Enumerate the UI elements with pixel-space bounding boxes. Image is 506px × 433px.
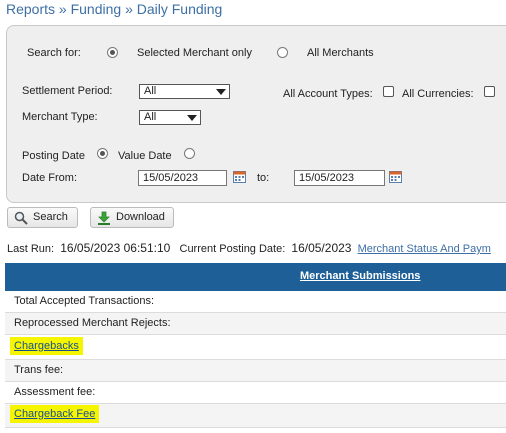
posting-date-radio[interactable] <box>97 148 108 159</box>
value-date-radio[interactable] <box>184 148 195 159</box>
row-label: Trans fee: <box>14 364 64 376</box>
download-button[interactable]: Download <box>90 207 174 228</box>
last-run-bar: Last Run: 16/05/2023 06:51:10 Current Po… <box>7 241 491 255</box>
breadcrumb: Reports » Funding » Daily Funding <box>6 1 223 17</box>
merchant-type-value: All <box>144 111 157 123</box>
search-for-label: Search for: <box>27 47 81 59</box>
row-label: Total Accepted Transactions: <box>14 295 155 307</box>
row-label: Reprocessed Merchant Rejects: <box>14 317 171 329</box>
download-button-label: Download <box>116 211 165 223</box>
all-merchants-label: All Merchants <box>307 47 374 59</box>
download-icon <box>98 211 110 225</box>
posting-date-label: Posting Date <box>22 150 85 162</box>
selected-merchant-label: Selected Merchant only <box>137 47 252 59</box>
chargebacks-link[interactable]: Chargebacks <box>10 337 83 355</box>
all-account-types-label: All Account Types: <box>283 88 373 100</box>
chargeback-fee-link[interactable]: Chargeback Fee <box>10 405 100 423</box>
table-row: Total Accepted Transactions: <box>5 291 506 313</box>
merchant-submissions-header[interactable]: Merchant Submissions <box>300 270 420 282</box>
chevron-down-icon <box>187 115 197 121</box>
value-date-label: Value Date <box>118 150 172 162</box>
all-currencies-label: All Currencies: <box>402 88 474 100</box>
search-icon <box>14 211 28 225</box>
all-account-types-checkbox[interactable] <box>383 86 394 97</box>
merchant-status-link[interactable]: Merchant Status And Paym <box>358 243 491 255</box>
to-label: to: <box>257 172 270 184</box>
table-row: Chargebacks <box>5 336 506 360</box>
row-label: Assessment fee: <box>14 386 96 398</box>
all-currencies-checkbox[interactable] <box>484 86 495 97</box>
settlement-period-label: Settlement Period: <box>22 85 113 97</box>
search-button-label: Search <box>33 211 68 223</box>
merchant-type-select[interactable]: All <box>139 110 201 125</box>
merchant-type-label: Merchant Type: <box>22 111 98 123</box>
settlement-period-select[interactable]: All <box>139 84 230 99</box>
all-merchants-radio[interactable] <box>277 47 288 58</box>
table-row: Trans fee: <box>5 360 506 382</box>
current-posting-label: Current Posting Date: <box>179 243 286 255</box>
date-from-label: Date From: <box>22 172 78 184</box>
last-run-label: Last Run: <box>7 243 55 255</box>
table-header: Merchant Submissions <box>5 263 506 291</box>
calendar-icon[interactable] <box>233 170 246 183</box>
current-posting-value: 16/05/2023 <box>291 241 352 255</box>
selected-merchant-radio[interactable] <box>107 47 118 58</box>
table-row: Reprocessed Merchant Rejects: <box>5 313 506 335</box>
table-row: Assessment fee: <box>5 382 506 404</box>
chevron-down-icon <box>216 89 226 95</box>
date-from-input[interactable]: 15/05/2023 <box>138 170 227 186</box>
date-to-input[interactable]: 15/05/2023 <box>294 170 385 186</box>
search-button[interactable]: Search <box>7 207 78 228</box>
last-run-value: 16/05/2023 06:51:10 <box>60 241 171 255</box>
table-row: Chargeback Fee <box>5 404 506 428</box>
calendar-icon[interactable] <box>389 170 402 183</box>
settlement-period-value: All <box>144 85 157 97</box>
